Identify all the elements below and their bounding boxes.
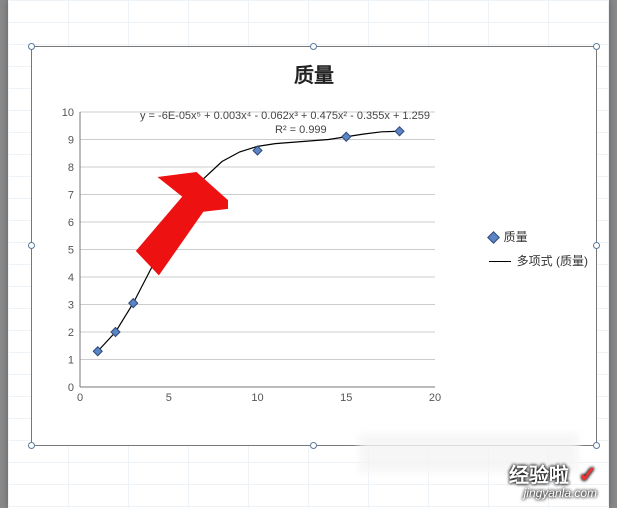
checkmark-icon: ✓ [579,463,597,487]
legend-label: 多项式 (质量) [517,251,588,271]
diamond-marker-icon [487,231,500,244]
x-tick-label: 20 [429,392,441,404]
document-page: 质量 0 1 2 3 4 5 6 7 8 9 10 0 5 10 15 20 y = -6E-05x⁵ + 0… [8,0,609,508]
trendline-equation[interactable]: y = -6E-05x⁵ + 0.003x⁴ - 0.062x³ + 0.475… [140,110,430,122]
chart-object[interactable]: 质量 0 1 2 3 4 5 6 7 8 9 10 0 5 10 15 20 y = -6E-05x⁵ + 0… [31,46,597,446]
chart-title[interactable]: 质量 [32,59,596,88]
chart-svg: 01234567891005101520 y = -6E-05x⁵ + 0.00… [70,107,440,407]
resize-handle[interactable] [593,242,600,249]
trendline-r2[interactable]: R² = 0.999 [275,124,327,136]
y-tick-label: 3 [68,300,74,312]
watermark-url: jingyanla.com [509,487,597,500]
chart-plot-area[interactable]: 01234567891005101520 y = -6E-05x⁵ + 0.00… [70,107,440,407]
y-tick-label: 0 [68,382,74,394]
resize-handle[interactable] [28,242,35,249]
y-tick-label: 6 [68,217,74,229]
y-tick-label: 4 [68,272,74,284]
y-tick-label: 10 [62,107,74,119]
resize-handle[interactable] [28,442,35,449]
y-tick-label: 8 [68,162,74,174]
resize-handle[interactable] [28,43,35,50]
x-tick-label: 5 [166,392,172,404]
y-tick-label: 2 [68,327,74,339]
y-tick-label: 1 [68,355,74,367]
legend-label: 质量 [504,227,528,247]
trendline[interactable] [98,131,400,351]
data-point[interactable] [395,127,404,136]
y-tick-label: 7 [68,190,74,202]
chart-legend[interactable]: 质量 多项式 (质量) [489,227,588,275]
data-point[interactable] [129,299,138,308]
watermark-text: 经验啦 [509,465,569,487]
legend-item-series[interactable]: 质量 [489,227,588,247]
line-icon [489,261,511,262]
x-tick-label: 0 [77,392,83,404]
y-tick-label: 5 [68,245,74,257]
resize-handle[interactable] [593,442,600,449]
y-tick-label: 9 [68,135,74,147]
x-tick-label: 15 [340,392,352,404]
legend-item-trendline[interactable]: 多项式 (质量) [489,251,588,271]
resize-handle[interactable] [593,43,600,50]
resize-handle[interactable] [310,442,317,449]
resize-handle[interactable] [310,43,317,50]
watermark: 经验啦 ✓ jingyanla.com [509,463,597,500]
x-tick-label: 10 [251,392,263,404]
